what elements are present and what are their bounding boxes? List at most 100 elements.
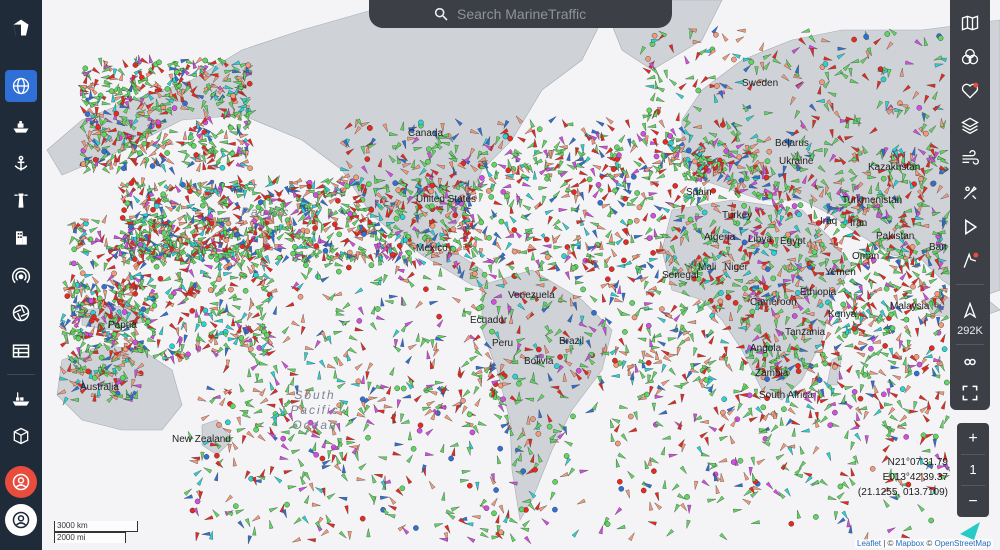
vessel-marker[interactable] bbox=[203, 453, 210, 460]
vessel-marker[interactable] bbox=[199, 269, 209, 274]
vessel-marker[interactable] bbox=[384, 300, 394, 305]
vessel-marker[interactable] bbox=[481, 225, 488, 235]
vessel-marker[interactable] bbox=[152, 353, 162, 359]
vessel-marker[interactable] bbox=[478, 219, 485, 226]
vessel-marker[interactable] bbox=[342, 302, 351, 310]
vessel-marker[interactable] bbox=[610, 433, 615, 443]
vessel-marker[interactable] bbox=[313, 451, 320, 458]
vessel-marker[interactable] bbox=[489, 328, 495, 335]
vessel-marker[interactable] bbox=[247, 312, 253, 321]
vessel-marker[interactable] bbox=[169, 343, 175, 350]
vessel-marker[interactable] bbox=[641, 350, 646, 360]
vessel-marker[interactable] bbox=[266, 350, 276, 357]
vessel-marker[interactable] bbox=[80, 251, 90, 257]
vessel-marker[interactable] bbox=[645, 84, 655, 89]
vessel-marker[interactable] bbox=[627, 138, 631, 148]
vessel-marker[interactable] bbox=[932, 438, 937, 448]
vessel-marker[interactable] bbox=[149, 212, 159, 217]
vessel-marker[interactable] bbox=[269, 520, 274, 529]
vessel-marker[interactable] bbox=[928, 517, 935, 524]
vessel-marker[interactable] bbox=[578, 170, 588, 176]
vessel-marker[interactable] bbox=[368, 206, 375, 213]
vessel-marker[interactable] bbox=[303, 262, 309, 269]
vessel-marker[interactable] bbox=[868, 345, 874, 352]
vessel-marker[interactable] bbox=[738, 393, 748, 398]
vessel-marker[interactable] bbox=[538, 168, 548, 176]
vessel-marker[interactable] bbox=[887, 360, 897, 366]
building-icon[interactable] bbox=[5, 222, 37, 254]
vessel-marker[interactable] bbox=[760, 404, 767, 411]
vessel-marker[interactable] bbox=[101, 83, 111, 88]
vessel-marker[interactable] bbox=[570, 413, 576, 420]
vessel-marker[interactable] bbox=[806, 403, 815, 410]
vessel-marker[interactable] bbox=[858, 340, 868, 345]
vessel-marker[interactable] bbox=[679, 465, 687, 474]
vessel-marker[interactable] bbox=[646, 107, 653, 114]
vessel-marker[interactable] bbox=[631, 314, 638, 321]
vessel-marker[interactable] bbox=[504, 148, 513, 156]
vessel-marker[interactable] bbox=[547, 261, 557, 266]
vessel-marker[interactable] bbox=[322, 247, 329, 254]
vessel-marker[interactable] bbox=[725, 363, 733, 372]
vessel-marker[interactable] bbox=[630, 168, 640, 175]
vessel-marker[interactable] bbox=[509, 215, 517, 224]
vessel-marker[interactable] bbox=[928, 278, 938, 285]
vessel-marker[interactable] bbox=[151, 302, 158, 309]
vessel-marker[interactable] bbox=[136, 150, 143, 156]
vessel-marker[interactable] bbox=[585, 211, 594, 218]
vessel-marker[interactable] bbox=[770, 275, 777, 282]
vessel-marker[interactable] bbox=[564, 440, 573, 447]
vessel-marker[interactable] bbox=[393, 215, 400, 222]
vessel-marker[interactable] bbox=[335, 197, 341, 204]
vessel-marker[interactable] bbox=[507, 135, 513, 142]
vessel-marker[interactable] bbox=[493, 169, 498, 179]
vessel-marker[interactable] bbox=[477, 377, 482, 387]
vessel-marker[interactable] bbox=[855, 406, 862, 415]
vessel-marker[interactable] bbox=[346, 440, 356, 445]
vessel-marker[interactable] bbox=[373, 276, 383, 281]
vessel-marker[interactable] bbox=[764, 158, 771, 164]
vessel-marker[interactable] bbox=[737, 457, 744, 464]
vessel-marker[interactable] bbox=[661, 363, 667, 373]
vessel-marker[interactable] bbox=[756, 458, 766, 466]
vessel-marker[interactable] bbox=[180, 182, 186, 188]
vessel-marker[interactable] bbox=[201, 531, 211, 536]
vessel-marker[interactable] bbox=[464, 252, 473, 260]
vessel-marker[interactable] bbox=[158, 206, 163, 216]
vessel-marker[interactable] bbox=[811, 479, 820, 487]
vessel-marker[interactable] bbox=[336, 456, 342, 465]
vessel-marker[interactable] bbox=[82, 247, 92, 253]
vessel-marker[interactable] bbox=[219, 164, 226, 171]
vessel-marker[interactable] bbox=[596, 224, 606, 230]
vessel-marker[interactable] bbox=[654, 269, 659, 279]
vessel-marker[interactable] bbox=[314, 339, 321, 349]
vessel-marker[interactable] bbox=[424, 408, 433, 416]
vessel-marker[interactable] bbox=[345, 436, 355, 441]
vessel-marker[interactable] bbox=[604, 521, 611, 527]
vessel-marker[interactable] bbox=[860, 365, 865, 375]
vessel-marker[interactable] bbox=[542, 244, 552, 249]
vessel-marker[interactable] bbox=[245, 150, 250, 159]
vessel-marker[interactable] bbox=[270, 371, 276, 380]
vessel-marker[interactable] bbox=[303, 472, 311, 481]
vessel-marker[interactable] bbox=[360, 375, 365, 385]
vessel-marker[interactable] bbox=[937, 35, 944, 41]
vessel-marker[interactable] bbox=[554, 363, 560, 369]
vessel-marker[interactable] bbox=[162, 276, 172, 282]
vessel-marker[interactable] bbox=[911, 270, 920, 278]
vessel-marker[interactable] bbox=[269, 466, 275, 475]
vessel-marker[interactable] bbox=[246, 80, 253, 87]
vessel-marker[interactable] bbox=[264, 265, 273, 273]
vessel-marker[interactable] bbox=[913, 400, 918, 410]
vessel-marker[interactable] bbox=[236, 416, 241, 426]
vessel-marker[interactable] bbox=[797, 202, 804, 208]
vessel-marker[interactable] bbox=[940, 333, 946, 343]
vessel-marker[interactable] bbox=[833, 511, 839, 521]
vessel-marker[interactable] bbox=[165, 158, 175, 165]
vessel-marker[interactable] bbox=[413, 394, 422, 403]
vessel-marker[interactable] bbox=[507, 158, 512, 168]
vessel-marker[interactable] bbox=[399, 214, 406, 220]
vessel-marker[interactable] bbox=[668, 453, 678, 458]
vessel-marker[interactable] bbox=[641, 359, 646, 369]
vessel-marker[interactable] bbox=[193, 469, 202, 477]
